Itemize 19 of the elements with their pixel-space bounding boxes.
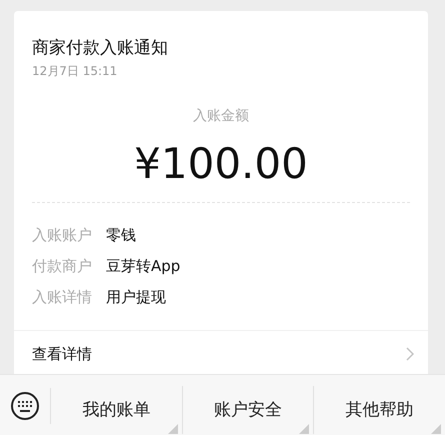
view-details-link[interactable]: 查看详情 xyxy=(32,343,92,365)
card-title: 商家付款入账通知 xyxy=(32,37,168,59)
detail-value: 豆芽转App xyxy=(106,256,180,277)
menu-button[interactable]: 其他帮助 xyxy=(314,386,445,434)
corner-triangle-icon xyxy=(431,424,442,434)
corner-triangle-icon xyxy=(168,424,178,434)
amount-label: 入账金额 xyxy=(193,108,249,124)
timestamp: 12月7日 15:11 xyxy=(32,63,118,80)
keyboard-icon[interactable] xyxy=(10,390,40,420)
detail-label: 入账账户 xyxy=(32,225,92,246)
detail-value: 用户提现 xyxy=(106,287,166,308)
amount: ¥100.00 xyxy=(134,139,308,188)
menu-button[interactable]: 我的账单 xyxy=(51,386,183,434)
corner-triangle-icon xyxy=(299,424,310,434)
detail-label: 入账详情 xyxy=(32,287,92,308)
detail-value: 零钱 xyxy=(106,225,136,246)
detail-label: 付款商户 xyxy=(32,256,92,277)
chevron-right-icon xyxy=(406,347,414,361)
menu-button[interactable]: 账户安全 xyxy=(182,386,314,434)
